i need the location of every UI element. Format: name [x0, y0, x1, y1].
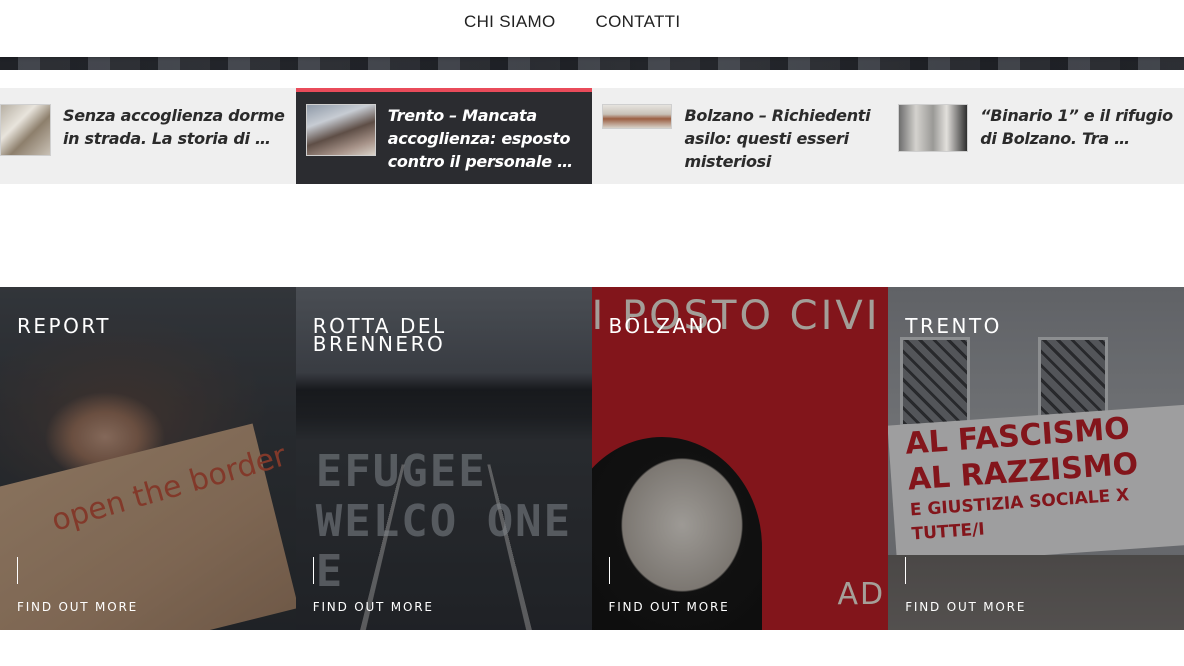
tile-title[interactable]: BOLZANO — [609, 316, 869, 336]
category-tile-report[interactable]: open the border REPORT FIND OUT MORE — [0, 287, 296, 630]
tile-title[interactable]: ROTTA DEL BRENNERO — [313, 316, 572, 354]
ticker-item-title[interactable]: Senza accoglienza dorme in strada. La st… — [63, 104, 296, 150]
nav-link-chi-siamo[interactable]: CHI SIAMO — [464, 12, 556, 32]
tile-divider — [312, 557, 314, 584]
ticker-item-active[interactable]: Trento – Mancata accoglienza: esposto co… — [295, 88, 593, 184]
category-tile-rotta-del-brennero[interactable]: EFUGEE WELCO ONE E ROTTA DEL BRENNERO FI… — [295, 287, 592, 630]
category-tile-trento[interactable]: AL FASCISMO AL RAZZISMO E GIUSTIZIA SOCI… — [888, 287, 1184, 630]
tile-title[interactable]: TRENTO — [905, 316, 1164, 336]
ticker-item-title[interactable]: Bolzano – Richiedenti asilo: questi esse… — [684, 104, 888, 173]
ticker-item[interactable]: Bolzano – Richiedenti asilo: questi esse… — [592, 88, 889, 184]
category-tile-bolzano[interactable]: I POSTO CIVI AD BOLZANO FIND OUT MORE — [591, 287, 889, 630]
find-out-more-link[interactable]: FIND OUT MORE — [313, 600, 434, 614]
tile-overlay — [888, 287, 1184, 630]
tile-divider — [17, 557, 18, 584]
ticker-item-title[interactable]: “Binario 1” e il rifugio di Bolzano. Tra… — [980, 104, 1184, 150]
nav-link-contatti[interactable]: CONTATTI — [596, 12, 681, 32]
tile-divider — [905, 557, 907, 584]
news-thumbnail[interactable] — [602, 104, 673, 129]
news-thumbnail[interactable] — [305, 104, 376, 156]
tile-title[interactable]: REPORT — [17, 316, 276, 336]
find-out-more-link[interactable]: FIND OUT MORE — [17, 600, 138, 614]
ticker-item[interactable]: “Binario 1” e il rifugio di Bolzano. Tra… — [888, 88, 1184, 184]
news-thumbnail[interactable] — [0, 104, 51, 156]
category-tiles: open the border REPORT FIND OUT MORE EFU… — [0, 287, 1184, 630]
news-thumbnail[interactable] — [898, 104, 969, 152]
ticker-item[interactable]: Senza accoglienza dorme in strada. La st… — [0, 88, 296, 184]
news-ticker: Senza accoglienza dorme in strada. La st… — [0, 88, 1184, 184]
ticker-item-title[interactable]: Trento – Mancata accoglienza: esposto co… — [388, 104, 593, 173]
tile-overlay — [591, 287, 889, 630]
tile-divider — [608, 557, 610, 584]
find-out-more-link[interactable]: FIND OUT MORE — [905, 600, 1026, 614]
tile-overlay — [0, 287, 296, 630]
page: CHI SIAMO CONTATTI Senza accoglienza dor… — [0, 0, 1184, 666]
main-nav: CHI SIAMO CONTATTI — [464, 12, 680, 32]
find-out-more-link[interactable]: FIND OUT MORE — [609, 600, 730, 614]
top-navigation-bar: CHI SIAMO CONTATTI — [0, 0, 1184, 57]
